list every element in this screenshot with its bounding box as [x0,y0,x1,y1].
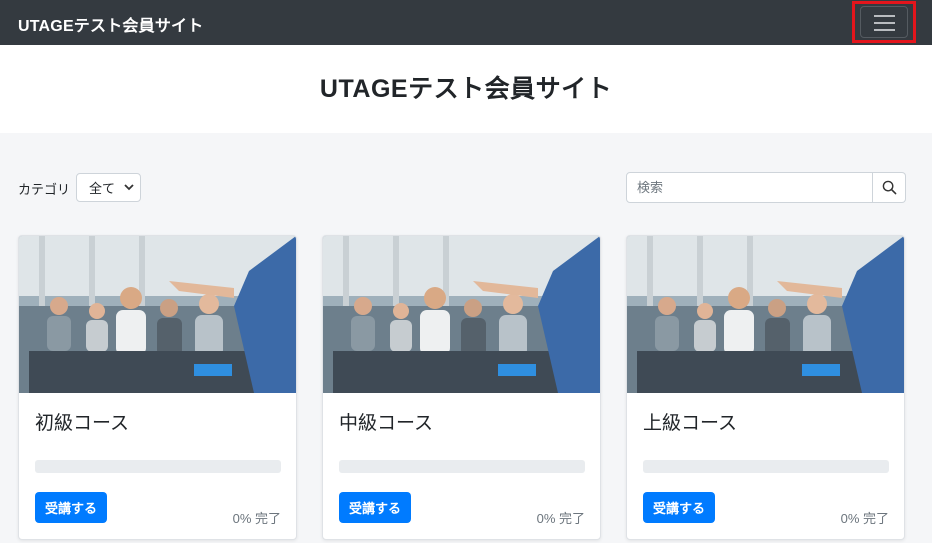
course-card[interactable]: 中級コース 受講する 0% 完了 [322,235,601,540]
chevron-down-icon [124,184,134,191]
progress-bar [339,460,585,473]
progress-text: 0% 完了 [840,511,889,526]
site-brand[interactable]: UTAGEテスト会員サイト [18,12,203,36]
enroll-button[interactable]: 受講する [643,492,715,523]
course-title: 初級コース [35,413,130,434]
hero-section: UTAGEテスト会員サイト [0,45,932,133]
menu-toggle-button[interactable] [860,6,908,38]
top-navbar: UTAGEテスト会員サイト [0,0,932,45]
page-title: UTAGEテスト会員サイト [319,75,613,103]
search-button[interactable] [873,172,906,203]
course-thumbnail [323,236,600,393]
category-select[interactable]: 全て [76,173,141,202]
course-thumbnail [19,236,296,393]
enroll-button[interactable]: 受講する [339,492,411,523]
progress-bar [643,460,889,473]
course-card[interactable]: 初級コース 受講する 0% 完了 [18,235,297,540]
course-card[interactable]: 上級コース 受講する 0% 完了 [626,235,905,540]
search-group [626,172,906,203]
category-selected-value: 全て [89,181,116,196]
category-label: カテゴリ [18,182,71,197]
progress-text: 0% 完了 [232,511,281,526]
enroll-button[interactable]: 受講する [35,492,107,523]
course-title: 上級コース [643,413,738,434]
search-input[interactable] [626,172,873,203]
course-thumbnail [627,236,904,393]
course-title: 中級コース [339,413,434,434]
search-icon [882,180,896,195]
progress-text: 0% 完了 [536,511,585,526]
progress-bar [35,460,281,473]
